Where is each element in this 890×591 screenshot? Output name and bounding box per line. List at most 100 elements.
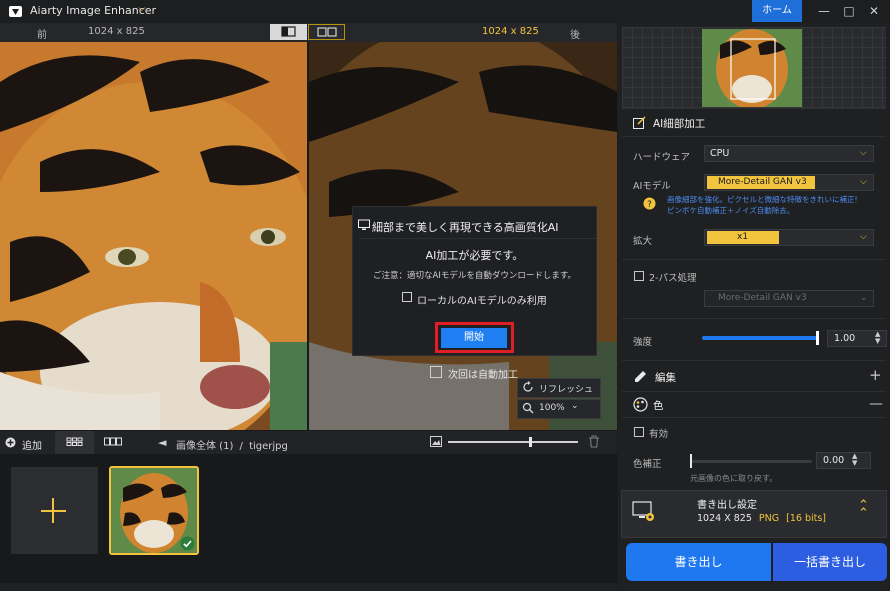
- model-description-line1: 画像細部を強化。ピクセルと微細な特徴をきれいに補正!: [667, 195, 858, 204]
- status-strip: [0, 583, 617, 591]
- color-correct-slider[interactable]: [690, 460, 812, 463]
- hardware-value: CPU: [710, 148, 730, 159]
- scale-label: 拡大: [633, 236, 653, 247]
- start-button[interactable]: 開始: [441, 328, 507, 348]
- zoom-chevron-down-icon: ⌄: [571, 401, 579, 411]
- strength-value: 1.00: [834, 333, 856, 344]
- hardware-chevron-down-icon: ⌵: [860, 148, 867, 158]
- section-divider: [622, 136, 886, 137]
- local-model-only-label: ローカルのAIモデルのみ利用: [417, 296, 547, 307]
- two-pass-checkbox[interactable]: [634, 271, 644, 281]
- export-settings-icon: [632, 501, 654, 521]
- auto-process-checkbox[interactable]: [430, 366, 442, 378]
- after-label: 後: [570, 30, 580, 41]
- export-settings-title: 書き出し設定: [697, 500, 757, 511]
- side-by-side-view-button[interactable]: [308, 24, 345, 40]
- two-pass-model-value: More-Detail GAN v3: [718, 293, 807, 303]
- section-divider: [622, 391, 886, 392]
- plus-icon-bar: [41, 510, 66, 512]
- auto-process-label: 次回は自動加工: [448, 370, 518, 381]
- section-divider: [622, 417, 886, 418]
- before-size: 1024 x 825: [88, 26, 145, 37]
- color-title: 色: [653, 400, 664, 412]
- refresh-icon: [523, 381, 533, 392]
- navigator-thumbnail[interactable]: [702, 29, 802, 107]
- section-divider: [622, 259, 886, 260]
- color-enable-label: 有効: [649, 429, 669, 440]
- export-format: PNG: [758, 513, 780, 524]
- strength-slider-handle[interactable]: [816, 331, 819, 345]
- expand-edit-icon[interactable]: +: [869, 366, 882, 384]
- hardware-label: ハードウェア: [633, 152, 691, 163]
- back-arrow-icon[interactable]: ◄: [158, 436, 166, 449]
- scale-value: x1: [737, 232, 749, 242]
- add-circle-icon[interactable]: [5, 437, 16, 448]
- edit-icon: [635, 371, 646, 382]
- dialog-note: ご注意：適切なAIモデルを自動ダウンロードします。: [373, 271, 576, 281]
- two-pass-chevron-down-icon: ⌄: [860, 293, 868, 303]
- color-correct-slider-handle[interactable]: [690, 454, 692, 468]
- split-view-button[interactable]: [270, 24, 307, 40]
- grid-view-button[interactable]: [55, 431, 94, 454]
- image-size-icon: [430, 436, 442, 447]
- expand-export-chevron-icon[interactable]: ⌃ ⌃: [858, 499, 869, 520]
- section-divider: [622, 318, 886, 319]
- home-button[interactable]: ホーム: [752, 0, 802, 22]
- refresh-label: リフレッシュ: [539, 385, 594, 395]
- color-enable-checkbox[interactable]: [634, 427, 644, 437]
- export-settings-summary: 1024 X 825 PNG [16 bits]: [697, 513, 826, 524]
- split-view-icon: [281, 26, 296, 37]
- breadcrumb-root[interactable]: 画像全体 (1): [176, 441, 233, 452]
- color-correct-hint: 元画像の色に取り戻す。: [690, 474, 778, 483]
- magnifier-icon: [522, 402, 534, 414]
- strength-stepper-icon[interactable]: ▲ ▼: [875, 331, 880, 345]
- local-model-only-checkbox[interactable]: [402, 292, 412, 302]
- add-button[interactable]: 追加: [22, 437, 42, 452]
- model-description-line2: ピンボケ自動補正＋ノイズ自動除去。: [667, 206, 795, 215]
- close-icon[interactable]: ✕: [863, 2, 885, 20]
- dialog-divider: [360, 238, 596, 239]
- export-button[interactable]: 書き出し: [626, 543, 771, 581]
- before-image: [0, 42, 307, 430]
- scale-chevron-down-icon: ⌵: [860, 232, 867, 242]
- thumbnail-size-slider[interactable]: [448, 441, 578, 443]
- collapse-color-icon[interactable]: —: [869, 396, 883, 412]
- section-divider: [622, 360, 886, 361]
- ai-detail-title: AI細部加工: [653, 118, 706, 130]
- palette-icon: [633, 397, 648, 412]
- filmstrip-view-icon[interactable]: [104, 436, 122, 448]
- app-menu-chevron-icon[interactable]: ⌵: [138, 3, 146, 14]
- batch-export-button[interactable]: 一括書き出し: [773, 543, 887, 581]
- before-label: 前: [37, 30, 47, 41]
- app-logo-icon: [9, 6, 22, 17]
- hardware-select[interactable]: [704, 145, 874, 162]
- breadcrumb-file: tigerjpg: [249, 441, 288, 452]
- help-icon[interactable]: ?: [643, 197, 656, 210]
- minimize-icon[interactable]: —: [813, 2, 835, 20]
- ai-model-label: AIモデル: [633, 181, 671, 192]
- strength-label: 強度: [633, 337, 653, 348]
- breadcrumb-separator: /: [239, 441, 243, 452]
- color-correct-label: 色補正: [633, 459, 662, 470]
- after-size: 1024 x 825: [482, 26, 539, 37]
- breadcrumb: 画像全体 (1) / tigerjpg: [176, 437, 288, 452]
- ai-model-chevron-down-icon: ⌵: [860, 177, 867, 187]
- export-size: 1024 X 825: [697, 513, 752, 524]
- grid-icon: [66, 437, 83, 446]
- maximize-icon[interactable]: □: [838, 2, 860, 20]
- svg-text:?: ?: [647, 200, 652, 210]
- thumbnail-size-slider-handle[interactable]: [529, 437, 532, 447]
- two-pass-label: 2-パス処理: [649, 273, 697, 284]
- selected-check-icon: [180, 536, 195, 551]
- dialog-message: AI加工が必要です。: [425, 249, 524, 262]
- dialog-title: 細部まで美しく再現できる高画質化AI: [372, 221, 559, 234]
- view-mode-toggle: [270, 24, 346, 40]
- color-correct-stepper-icon[interactable]: ▲ ▼: [852, 453, 857, 467]
- monitor-icon: [358, 219, 370, 230]
- side-by-side-icon: [317, 27, 337, 37]
- trash-icon[interactable]: [588, 435, 600, 448]
- ai-enhance-icon: [633, 116, 646, 129]
- color-correct-value: 0.00: [823, 455, 845, 466]
- export-bits: [16 bits]: [786, 513, 826, 524]
- strength-slider[interactable]: [702, 336, 819, 340]
